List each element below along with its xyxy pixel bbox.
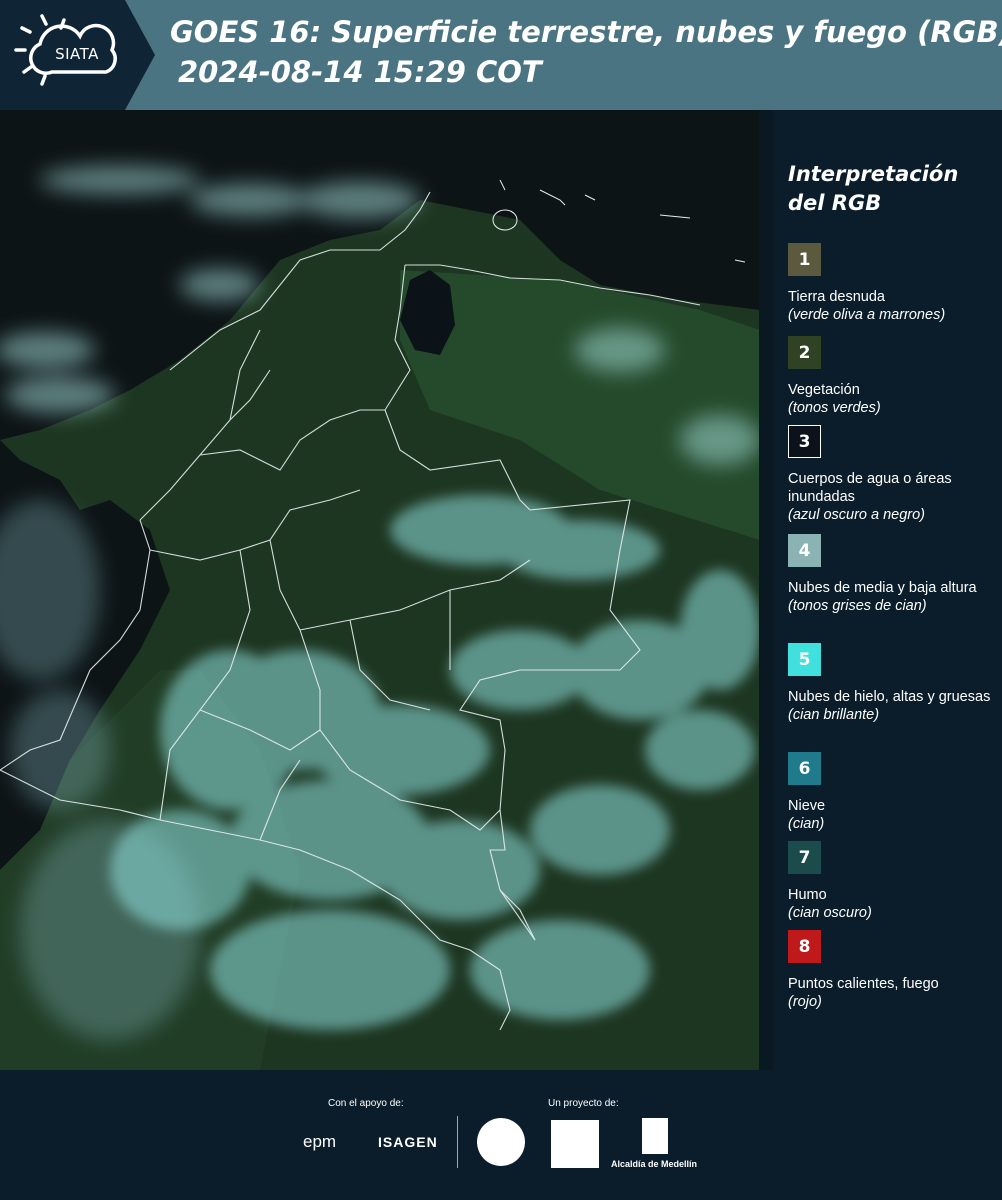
legend-number: 1	[798, 249, 811, 270]
legend-swatch: 5	[788, 643, 821, 676]
legend-number: 2	[798, 342, 811, 363]
page-title: GOES 16: Superficie terrestre, nubes y f…	[170, 15, 1002, 49]
legend-swatch: 2	[788, 336, 821, 369]
legend-label: Vegetación	[788, 382, 860, 398]
legend-number: 4	[798, 540, 811, 561]
map-side-strip	[759, 110, 773, 1070]
legend-label: Puntos calientes, fuego	[788, 976, 939, 992]
legend-item: 6 Nieve (cian)	[788, 752, 998, 833]
page-timestamp: 2024-08-14 15:29 COT	[178, 55, 542, 89]
satellite-map[interactable]	[0, 110, 760, 1070]
legend-swatch: 3	[788, 425, 821, 458]
footer-divider	[457, 1116, 458, 1168]
support-label: Con el apoyo de:	[328, 1098, 404, 1109]
legend-item: 8 Puntos calientes, fuego (rojo)	[788, 930, 998, 1011]
legend-sublabel: (tonos verdes)	[788, 400, 881, 416]
siata-logo: SIATA	[0, 0, 155, 110]
legend-label: Cuerpos de agua o áreas inundadas	[788, 471, 952, 505]
legend-label: Tierra desnuda	[788, 289, 885, 305]
legend-label: Humo	[788, 887, 827, 903]
epm-logo: epm	[303, 1132, 337, 1151]
legend-sublabel: (cian oscuro)	[788, 905, 872, 921]
legend-item: 3 Cuerpos de agua o áreas inundadas (azul …	[788, 425, 998, 524]
legend-number: 7	[798, 847, 811, 868]
legend-number: 5	[798, 649, 811, 670]
legend-item: 4 Nubes de media y baja altura (tonos gris…	[788, 534, 998, 615]
legend-label: Nubes de hielo, altas y gruesas	[788, 689, 991, 705]
siata-logo-text: SIATA	[55, 45, 99, 63]
legend-sublabel: (rojo)	[788, 994, 822, 1010]
legend-item: 2 Vegetación (tonos verdes)	[788, 336, 998, 417]
legend-number: 3	[798, 431, 811, 452]
footer: Con el apoyo de: Un proyecto de: epm ISA…	[0, 1070, 1002, 1200]
legend-label: Nubes de media y baja altura	[788, 580, 977, 596]
legend-swatch: 4	[788, 534, 821, 567]
legend-sublabel: (azul oscuro a negro)	[788, 507, 926, 523]
header-bar: SIATA GOES 16: Superficie terrestre, nub…	[0, 0, 1002, 110]
legend-swatch: 7	[788, 841, 821, 874]
legend-sublabel: (cian)	[788, 816, 825, 832]
legend-swatch: 1	[788, 243, 821, 276]
legend-label: Nieve	[788, 798, 826, 814]
alcaldia-label: Alcaldía de Medellín	[611, 1159, 698, 1169]
legend-item: 5 Nubes de hielo, altas y gruesas (cian br…	[788, 643, 998, 724]
legend-item: 7 Humo (cian oscuro)	[788, 841, 998, 922]
university-seal-logo	[477, 1118, 525, 1166]
project-label: Un proyecto de:	[548, 1098, 619, 1109]
legend-swatch: 8	[788, 930, 821, 963]
isagen-logo: ISAGEN	[378, 1134, 438, 1150]
legend-number: 6	[798, 758, 811, 779]
legend-item: 1 Tierra desnuda (verde oliva a marrones)	[788, 243, 998, 324]
legend-panel: Interpretación del RGB	[788, 160, 993, 240]
alcaldia-shield-icon	[642, 1118, 668, 1154]
area-metropolitana-logo	[551, 1120, 599, 1168]
legend-sublabel: (tonos grises de cian)	[788, 598, 927, 614]
legend-swatch: 6	[788, 752, 821, 785]
legend-sublabel: (cian brillante)	[788, 707, 880, 723]
legend-number: 8	[798, 936, 811, 957]
legend-sublabel: (verde oliva a marrones)	[788, 307, 946, 323]
legend-title: Interpretación del RGB	[788, 162, 959, 215]
